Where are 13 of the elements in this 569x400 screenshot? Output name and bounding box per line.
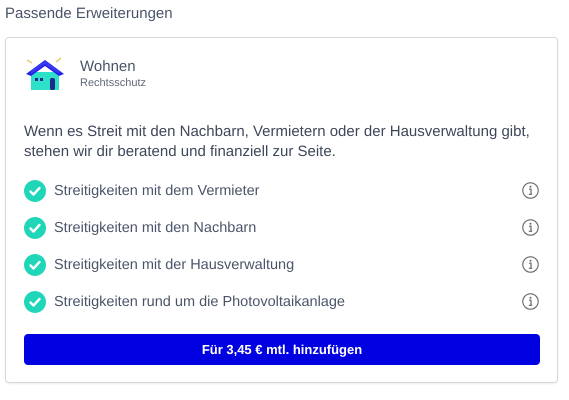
- product-title: Wohnen: [80, 58, 137, 76]
- feature-label: Streitigkeiten mit den Nachbarn: [54, 220, 258, 236]
- info-icon[interactable]: [522, 182, 539, 199]
- section-heading: Passende Erweiterungen: [5, 5, 174, 23]
- info-icon[interactable]: [522, 219, 539, 236]
- feature-label: Streitigkeiten mit der Hausverwaltung: [54, 256, 296, 272]
- description: Wenn es Streit mit den Nachbarn, Vermietern oder der Hausverwaltung gibt, stehen wir dir beratend und finanziell zur Seite.: [24, 122, 531, 162]
- info-icon[interactable]: [522, 256, 539, 273]
- add-button[interactable]: Für 3,45 € mtl. hinzufügen: [24, 334, 540, 365]
- product-subtitle: Rechtsschutz: [80, 76, 146, 90]
- feature-label: Streitigkeiten rund um die Photovoltaikanlage: [54, 294, 346, 310]
- info-icon[interactable]: [522, 293, 539, 310]
- feature-label: Streitigkeiten mit dem Vermieter: [54, 182, 260, 198]
